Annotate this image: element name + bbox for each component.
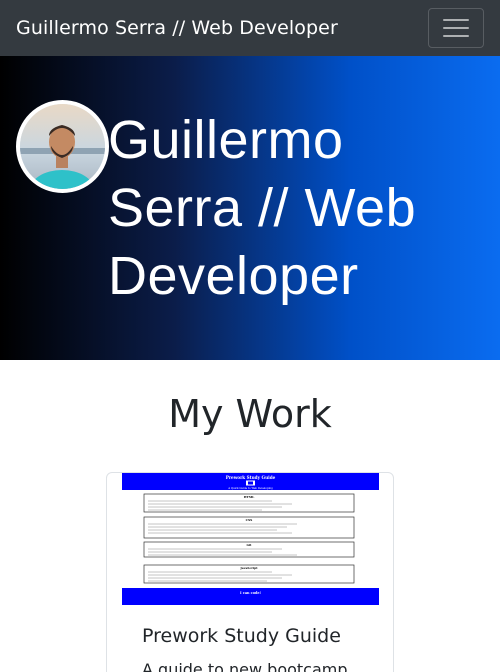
project-card[interactable]: Prework Study Guide A Quick Guide to Web… (106, 472, 394, 672)
thumbnail-section-javascript: JavaScript (239, 566, 258, 570)
hero-title: Guillermo Serra // Web Developer (108, 110, 417, 306)
thumbnail-section-css: CSS (246, 518, 253, 522)
section-title: My Work (168, 392, 332, 436)
project-thumbnail[interactable]: Prework Study Guide A Quick Guide to Web… (122, 473, 379, 605)
navbar-brand[interactable]: Guillermo Serra // Web Developer (16, 17, 338, 39)
profile-photo (20, 104, 105, 189)
avatar (16, 100, 109, 193)
hamburger-menu-icon (443, 35, 469, 37)
thumbnail-header: Prework Study Guide (226, 475, 276, 480)
thumbnail-subheader: A Quick Guide to Web Developing (227, 486, 273, 490)
hamburger-menu-icon (443, 19, 469, 21)
navbar: Guillermo Serra // Web Developer (0, 0, 500, 56)
project-description: A guide to new bootcamp (142, 660, 348, 672)
thumbnail-section-html: HTML (244, 495, 255, 499)
thumbnail-section-git: Git (246, 543, 252, 547)
thumbnail-footer: I can code! (240, 591, 262, 595)
project-title[interactable]: Prework Study Guide (142, 625, 341, 647)
hero-banner: Guillermo Serra // Web Developer (0, 56, 500, 360)
hamburger-menu-icon (443, 27, 469, 29)
navbar-toggler-button[interactable] (428, 8, 484, 48)
